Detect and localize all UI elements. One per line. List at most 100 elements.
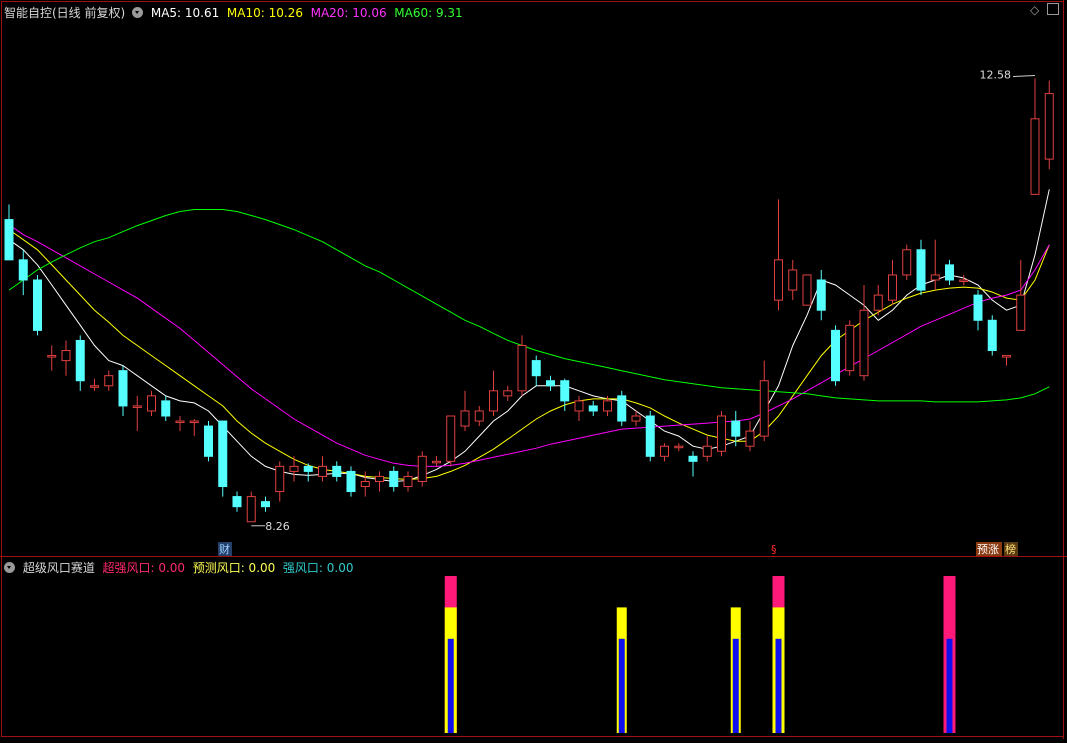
candle-body	[474, 410, 484, 422]
candle-body	[218, 420, 228, 488]
chart-frame: 12.58 8.26 财 § 预涨榜 智能自控(日线 前复权) MA5: 10.61 M…	[0, 0, 1067, 739]
signal-strong	[732, 638, 739, 733]
chevron-down-icon[interactable]	[4, 562, 15, 573]
candle-body	[987, 319, 997, 352]
candle-body	[745, 430, 755, 447]
ma-line-ma20	[8, 224, 1050, 467]
candle-body	[717, 415, 726, 452]
candle	[489, 370, 498, 416]
candle	[432, 456, 441, 467]
candle-body	[574, 400, 584, 412]
signal-bar	[616, 607, 627, 733]
candle-body	[432, 460, 441, 464]
candle-body	[546, 380, 555, 387]
candle	[617, 390, 627, 427]
candle-body	[489, 390, 498, 412]
candle	[859, 285, 869, 381]
candle	[175, 416, 185, 432]
candle	[574, 395, 584, 422]
candle	[446, 415, 456, 467]
candle	[788, 259, 798, 301]
candle-body	[688, 455, 698, 462]
candle-body	[930, 274, 940, 281]
signal-bar	[730, 607, 741, 733]
candle	[104, 370, 114, 391]
candles	[4, 78, 1054, 523]
candle-body	[346, 470, 356, 493]
candle-body	[289, 465, 299, 472]
maximize-icon[interactable]	[1047, 3, 1059, 15]
candle	[987, 315, 997, 356]
ma-line-ma10	[8, 229, 1050, 481]
candle	[118, 365, 128, 416]
candle-body	[417, 455, 427, 482]
candle-body	[588, 405, 598, 412]
stock-title: 智能自控(日线 前复权)	[4, 6, 126, 20]
candle	[303, 463, 313, 482]
super-strong-label: 超强风口: 0.00	[102, 561, 186, 575]
candle-body	[1002, 355, 1011, 358]
candle-body	[389, 470, 399, 488]
chevron-down-icon[interactable]	[132, 7, 144, 18]
candle	[147, 390, 156, 416]
signal-strong	[447, 638, 454, 733]
sub-header: 超级风口赛道 超强风口: 0.00 预测风口: 0.00 强风口: 0.00	[4, 559, 354, 576]
low-price-label: 8.26	[265, 520, 290, 533]
candle	[90, 378, 99, 391]
candle-body	[873, 294, 883, 311]
candle-body	[631, 415, 641, 422]
diamond-icon[interactable]: ◇	[1030, 4, 1039, 16]
candle	[546, 375, 555, 391]
candle	[204, 421, 213, 462]
signal-strong	[946, 638, 953, 733]
candle	[403, 471, 413, 492]
high-price-label: 12.58	[980, 69, 1012, 82]
candle-body	[75, 339, 85, 382]
marker-section: §	[771, 543, 777, 556]
candle	[802, 274, 812, 306]
main-header: 智能自控(日线 前复权) MA5: 10.61 MA10: 10.26 MA20…	[4, 4, 463, 21]
candle-body	[503, 390, 513, 397]
candle-body	[517, 344, 527, 392]
ma60-label: MA60: 9.31	[394, 6, 463, 20]
candle-body	[33, 279, 42, 331]
candle-body	[460, 410, 470, 427]
candle	[717, 410, 726, 457]
candle	[916, 239, 926, 296]
candle-body	[90, 385, 99, 388]
candle-body	[959, 279, 969, 282]
candle-body	[731, 420, 741, 437]
ma10-label: MA10: 10.26	[226, 6, 303, 20]
candle	[332, 461, 342, 482]
candle	[645, 410, 655, 462]
candle	[33, 274, 42, 336]
candle-body	[845, 324, 855, 372]
candle-body	[888, 274, 897, 301]
signal-bar	[772, 576, 785, 733]
candle	[688, 451, 698, 477]
ma-line-ma5	[8, 189, 1050, 483]
candle-body	[147, 395, 156, 412]
candle-body	[318, 465, 327, 477]
candle-body	[702, 445, 712, 457]
signal-strong	[775, 638, 782, 733]
candle-body	[945, 264, 954, 281]
candlestick-chart[interactable]: 12.58 8.26 财 § 预涨榜	[0, 0, 1067, 739]
candle	[61, 340, 71, 376]
candle	[161, 395, 171, 422]
marker-list: 榜	[1005, 542, 1016, 556]
candle-body	[47, 355, 57, 358]
candle-body	[774, 259, 783, 301]
candle-body	[232, 496, 242, 508]
candle	[75, 335, 85, 391]
marker-finance: 财	[219, 542, 230, 556]
candle-body	[446, 415, 456, 462]
candle-body	[973, 294, 983, 321]
candle	[674, 443, 684, 452]
candle	[531, 355, 541, 386]
ma20-label: MA20: 10.06	[310, 6, 387, 20]
candle-body	[916, 249, 926, 291]
candle-body	[560, 380, 570, 402]
candle-body	[246, 496, 256, 523]
signal-bars	[444, 576, 956, 733]
